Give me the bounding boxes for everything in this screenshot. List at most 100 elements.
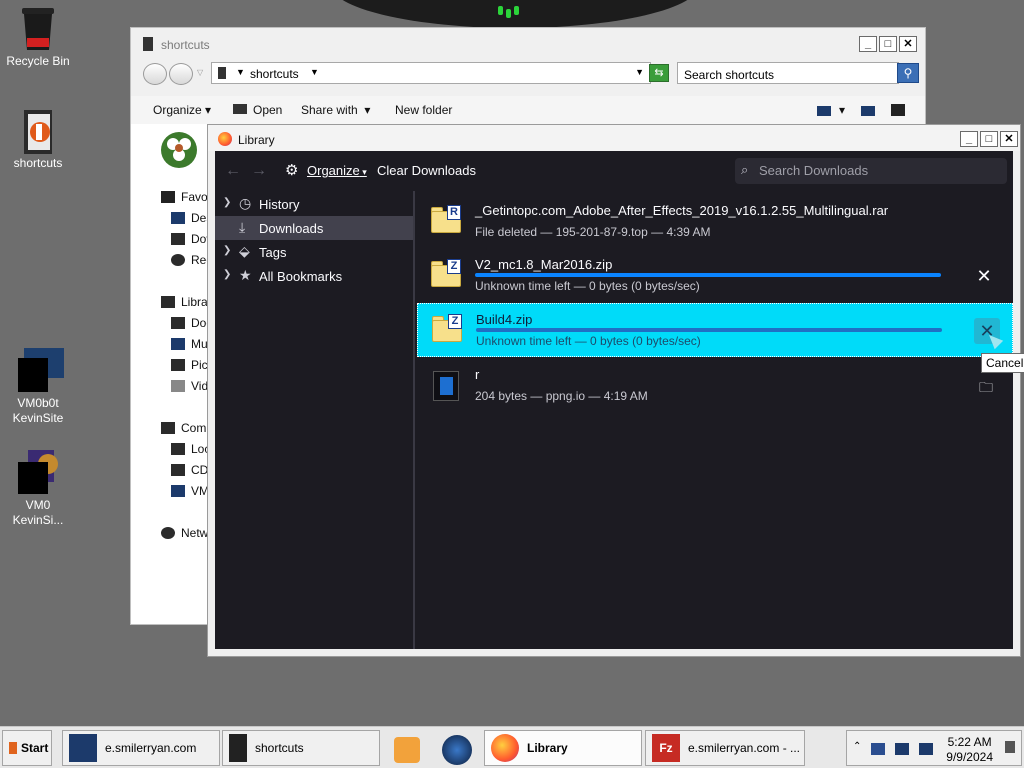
tree-item-favorites[interactable]: Favor <box>161 190 212 204</box>
sidebar-item-history[interactable]: ❯ ◷ History <box>215 192 413 216</box>
recent-icon <box>171 254 185 266</box>
taskbar: Start e.smilerryan.com shortcuts Library… <box>0 726 1024 768</box>
address-text: shortcuts <box>250 67 299 81</box>
help-icon[interactable] <box>891 104 905 116</box>
tree-item-libraries[interactable]: Librai <box>161 295 210 309</box>
chevron-down-icon[interactable]: ▼ <box>310 67 319 77</box>
address-dropdown-icon[interactable]: ▼ <box>635 67 644 77</box>
tree-item-vm-drive[interactable]: VM <box>171 484 209 498</box>
forward-button[interactable] <box>169 63 193 85</box>
sidebar-item-label: Tags <box>259 245 287 260</box>
recent-pages-chevron-icon[interactable]: ▽ <box>197 68 203 77</box>
sidebar-item-all-bookmarks[interactable]: ❯ ★ All Bookmarks <box>215 264 413 288</box>
tree-item-local-disk[interactable]: Loc <box>171 442 210 456</box>
bluetooth-icon[interactable] <box>871 743 885 755</box>
open-folder-icon[interactable]: 🗀 <box>979 377 993 401</box>
library-titlebar[interactable]: Library _ □ ✕ <box>208 125 1020 151</box>
organize-menu[interactable]: Organize ▾ <box>307 163 367 178</box>
system-tray: ⌃ 5:22 AM 9/9/2024 <box>846 730 1022 766</box>
organize-menu[interactable]: Organize ▾ <box>153 103 211 117</box>
share-with-menu[interactable]: Share with ▾ <box>301 103 370 117</box>
taskbar-button-label: e.smilerryan.com <box>105 741 197 755</box>
folder-icon <box>143 37 153 51</box>
windows-logo-icon <box>9 742 17 754</box>
back-arrow-icon[interactable]: ← <box>225 162 241 180</box>
sidebar-item-downloads[interactable]: ⤓ Downloads <box>215 216 413 240</box>
clear-downloads-button[interactable]: Clear Downloads <box>377 163 476 178</box>
taskbar-button-shortcuts[interactable]: shortcuts <box>222 730 380 766</box>
tree-item-videos[interactable]: Vid <box>171 379 208 393</box>
tree-item-label: Netw <box>181 526 209 540</box>
show-hidden-icons-chevron-icon[interactable]: ⌃ <box>853 741 867 753</box>
chevron-right-icon[interactable]: ❯ <box>223 245 231 256</box>
network-icon[interactable] <box>895 743 909 755</box>
chevron-down-icon[interactable]: ▾ <box>839 103 845 117</box>
address-bar[interactable]: ▼ shortcuts ▼ ▼ <box>211 62 651 84</box>
download-item[interactable]: r 204 bytes — ppng.io — 4:19 AM 🗀 <box>417 359 1013 413</box>
sidebar-item-label: Downloads <box>259 221 324 236</box>
organize-label: Organize <box>153 103 202 117</box>
refresh-button[interactable]: ⇆ <box>649 64 669 82</box>
vm-shortcut-icon <box>18 333 64 392</box>
forward-arrow-icon[interactable]: → <box>251 162 267 180</box>
chevron-right-icon[interactable]: ❯ <box>223 197 231 208</box>
window-title: shortcuts <box>161 38 210 52</box>
download-item[interactable]: Z V2_mc1.8_Mar2016.zip Unknown time left… <box>417 249 1013 303</box>
globe-icon[interactable] <box>442 735 472 765</box>
open-button[interactable]: Open <box>233 103 282 117</box>
sidebar-item-tags[interactable]: ❯ ⬙ Tags <box>215 240 413 264</box>
preview-pane-icon[interactable] <box>861 106 875 116</box>
drive-icon <box>171 443 185 455</box>
search-downloads-input[interactable]: ⌕ Search Downloads <box>735 158 1007 184</box>
open-icon <box>233 104 247 114</box>
minimize-button[interactable]: _ <box>960 131 978 147</box>
sidebar-item-label: All Bookmarks <box>259 269 343 284</box>
download-item[interactable]: R _Getintopc.com_Adobe_After_Effects_201… <box>417 195 1013 249</box>
tree-item-music[interactable]: Mu <box>171 337 208 351</box>
close-button[interactable]: ✕ <box>1000 131 1018 147</box>
firefox-icon <box>218 132 232 146</box>
search-icon[interactable]: ⚲ <box>897 63 919 83</box>
remote-desktop-icon <box>69 734 97 762</box>
maximize-button[interactable]: □ <box>879 36 897 52</box>
maximize-button[interactable]: □ <box>980 131 998 147</box>
desktop-icon-shortcuts[interactable]: shortcuts <box>0 108 76 171</box>
new-folder-button[interactable]: New folder <box>395 103 452 117</box>
desktop-icon-vm0[interactable]: VM0 KevinSi... <box>0 420 76 543</box>
view-icon[interactable] <box>817 106 831 116</box>
tree-item-label: Vid <box>191 379 209 393</box>
tree-item-label: Mu <box>191 337 208 351</box>
clock[interactable]: 5:22 AM 9/9/2024 <box>946 735 993 765</box>
show-desktop-icon[interactable] <box>1005 741 1015 753</box>
taskbar-button-remote[interactable]: e.smilerryan.com <box>62 730 220 766</box>
desktop-icon <box>171 212 185 224</box>
chevron-right-icon[interactable]: ❯ <box>223 269 231 280</box>
progress-bar <box>475 273 941 277</box>
volume-icon[interactable] <box>919 743 933 755</box>
filezilla-icon: Fz <box>652 734 680 762</box>
taskbar-button-filezilla[interactable]: Fz e.smilerryan.com - ... <box>645 730 805 766</box>
explorer-titlebar[interactable]: shortcuts _ □ ✕ <box>131 28 925 56</box>
tree-item-network[interactable]: Netw <box>161 526 208 540</box>
chevron-down-icon[interactable]: ▼ <box>236 67 245 77</box>
media-player-icon[interactable] <box>394 737 420 763</box>
firefox-icon <box>491 734 519 762</box>
tree-item-cd-drive[interactable]: CD <box>171 463 208 477</box>
close-button[interactable]: ✕ <box>899 36 917 52</box>
cancel-download-button[interactable]: ✕ <box>971 263 997 289</box>
minimize-button[interactable]: _ <box>859 36 877 52</box>
tree-item-computer[interactable]: Comp <box>161 421 213 435</box>
desktop-icon-recycle-bin[interactable]: Recycle Bin <box>0 6 76 69</box>
download-filename: V2_mc1.8_Mar2016.zip <box>475 257 613 272</box>
taskbar-button-library[interactable]: Library <box>484 730 642 766</box>
cd-drive-icon <box>171 464 185 476</box>
download-item-selected[interactable]: Z Build4.zip Unknown time left — 0 bytes… <box>417 303 1013 357</box>
library-window: Library _ □ ✕ ← → ⚙ Organize ▾ Clear Dow… <box>207 124 1021 657</box>
search-placeholder: Search Downloads <box>759 163 869 178</box>
tree-item-pictures[interactable]: Pict <box>171 358 211 372</box>
tag-icon: ⬙ <box>239 243 250 259</box>
pictures-icon <box>171 359 185 371</box>
back-button[interactable] <box>143 63 167 85</box>
start-button[interactable]: Start <box>2 730 52 766</box>
search-input[interactable]: Search shortcuts <box>677 62 899 84</box>
